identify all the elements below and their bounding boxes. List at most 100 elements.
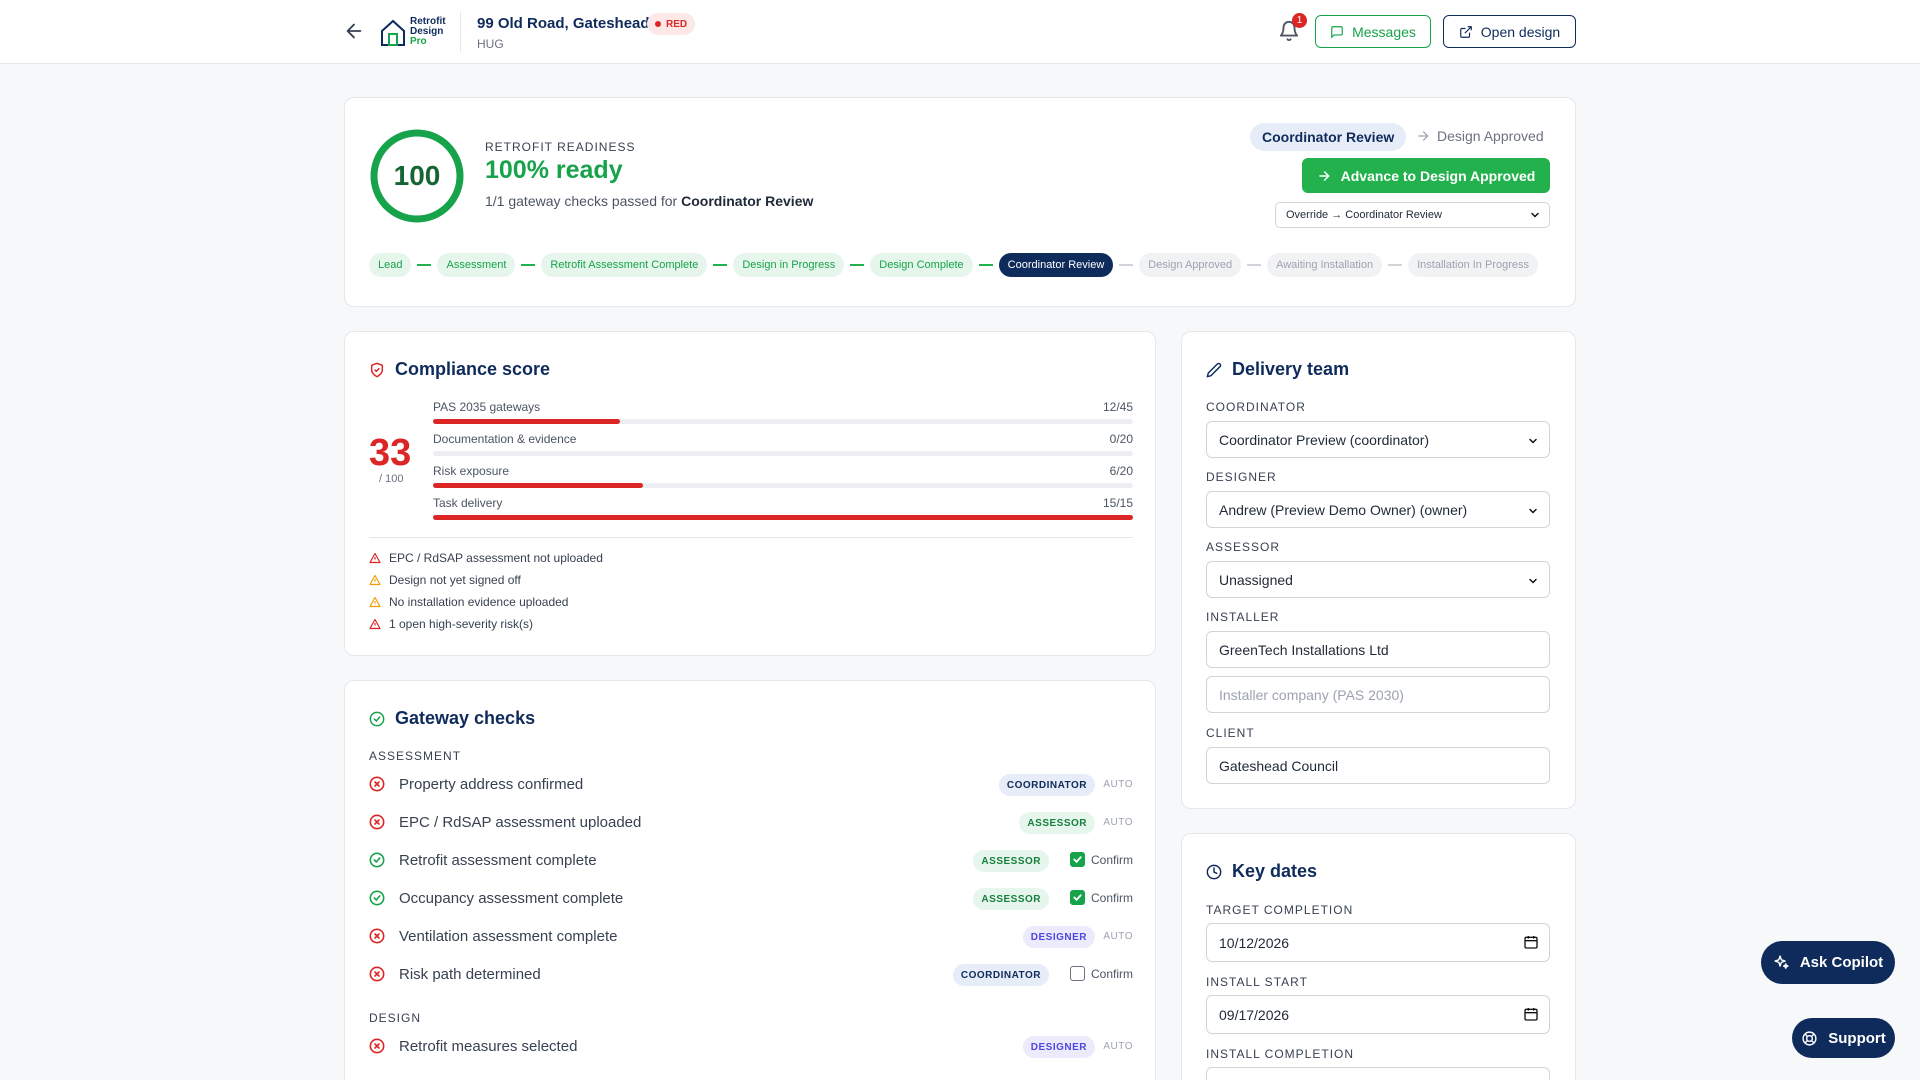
pipeline-stage[interactable]: Assessment	[437, 253, 516, 277]
compliance-metric: Documentation & evidence 0/20	[433, 432, 1133, 458]
issue-text: EPC / RdSAP assessment not uploaded	[389, 551, 603, 565]
pipeline-connector	[713, 264, 728, 266]
role-badge: COORDINATOR	[998, 774, 1095, 796]
calendar-icon[interactable]	[1523, 934, 1539, 950]
chevron-down-icon	[1531, 212, 1539, 218]
readiness-eyebrow: RETROFIT READINESS	[485, 140, 636, 154]
top-bar: Retrofit Design Pro 99 Old Road, Gateshe…	[0, 0, 1920, 64]
installer-company-input[interactable]: Installer company (PAS 2030)	[1206, 676, 1550, 713]
back-arrow-icon[interactable]	[343, 20, 365, 42]
chevron-down-icon	[1529, 508, 1537, 514]
support-button[interactable]: Support	[1792, 1018, 1895, 1058]
pipeline-stage[interactable]: Coordinator Review	[998, 253, 1114, 277]
readiness-score: 100	[393, 160, 441, 191]
gateway-check-label: Retrofit measures selected	[399, 1038, 578, 1055]
ask-copilot-button[interactable]: Ask Copilot	[1761, 941, 1895, 984]
messages-button[interactable]: Messages	[1315, 15, 1431, 48]
compliance-card-title: Compliance score	[369, 359, 550, 380]
logo-line-3: Pro	[410, 36, 427, 47]
clock-icon	[1206, 864, 1222, 879]
assessor-select-value: Unassigned	[1219, 571, 1293, 588]
pipeline-stage[interactable]: Installation In Progress	[1408, 253, 1538, 277]
client-input-value: Gateshead Council	[1219, 757, 1339, 774]
warning-triangle-icon	[369, 618, 381, 630]
metric-track	[433, 419, 1133, 424]
coordinator-select-value: Coordinator Preview (coordinator)	[1219, 431, 1430, 448]
pipeline-connector	[417, 264, 432, 266]
advance-stage-label: Advance to Design Approved	[1340, 167, 1536, 184]
house-logo-icon	[381, 19, 405, 46]
gateway-checks-card: Gateway checks ASSESSMENT Property addres…	[344, 680, 1156, 1080]
pipeline-stage[interactable]: Design Complete	[870, 253, 973, 277]
calendar-icon[interactable]	[1523, 1006, 1539, 1022]
metric-value: 12/45	[1102, 400, 1133, 414]
lifebuoy-icon	[1802, 1030, 1817, 1046]
metric-fill	[433, 483, 643, 488]
designer-label: DESIGNER	[1206, 470, 1277, 484]
gateway-check-label: Retrofit assessment complete	[399, 852, 597, 869]
confirm-label: Confirm	[1090, 890, 1133, 905]
checkmark-icon	[1073, 856, 1082, 864]
assessor-select[interactable]: Unassigned	[1206, 561, 1550, 598]
install-completion-date-input[interactable]	[1206, 1067, 1550, 1080]
x-circle-icon	[369, 928, 385, 944]
client-input[interactable]: Gateshead Council	[1206, 747, 1550, 784]
role-badge: ASSESSOR	[973, 888, 1049, 910]
compliance-issue: Design not yet signed off	[369, 572, 521, 588]
target-completion-value: 10/12/2026	[1219, 934, 1290, 951]
gateway-check-label: Ventilation assessment complete	[399, 928, 618, 945]
installer-input[interactable]: GreenTech Installations Ltd	[1206, 631, 1550, 668]
metric-value: 0/20	[1109, 432, 1133, 446]
pipeline-stage[interactable]: Design in Progress	[733, 253, 845, 277]
checkbox[interactable]	[1069, 966, 1085, 981]
x-circle-icon	[369, 966, 385, 982]
stage-override-value: Override → Coordinator Review	[1286, 209, 1442, 221]
status-dot-icon	[655, 21, 661, 27]
compliance-issue: EPC / RdSAP assessment not uploaded	[369, 550, 603, 566]
gateway-check-label: EPC / RdSAP assessment uploaded	[399, 814, 642, 831]
assessor-label: ASSESSOR	[1206, 540, 1281, 554]
designer-select[interactable]: Andrew (Preview Demo Owner) (owner)	[1206, 491, 1550, 528]
check-circle-icon	[369, 890, 385, 906]
confirm-checkbox[interactable]: Confirm	[1069, 890, 1133, 905]
confirm-checkbox[interactable]: Confirm	[1069, 966, 1133, 981]
auto-label: AUTO	[1103, 817, 1133, 828]
coordinator-select[interactable]: Coordinator Preview (coordinator)	[1206, 421, 1550, 458]
checkbox[interactable]	[1069, 852, 1085, 867]
metric-fill	[433, 419, 620, 424]
property-scheme: HUG	[477, 37, 504, 51]
logo[interactable]: Retrofit Design Pro	[380, 14, 450, 50]
readiness-summary-text: 1/1 gateway checks passed for	[485, 193, 678, 209]
open-design-button[interactable]: Open design	[1443, 15, 1576, 48]
sparkles-icon	[1774, 955, 1789, 969]
compliance-score-denominator: / 100	[379, 473, 404, 485]
advance-stage-button[interactable]: Advance to Design Approved	[1302, 158, 1550, 193]
gateway-check-row: Retrofit measures selected DESIGNER AUTO	[369, 1033, 1133, 1059]
checkbox[interactable]	[1069, 890, 1085, 905]
target-completion-date-input[interactable]: 10/12/2026	[1206, 923, 1550, 962]
pipeline-stage[interactable]: Design Approved	[1139, 253, 1242, 277]
check-circle-icon	[369, 852, 385, 868]
confirm-checkbox[interactable]: Confirm	[1069, 852, 1133, 867]
arrow-right-icon	[1418, 131, 1429, 141]
pipeline-stage[interactable]: Lead	[369, 253, 412, 277]
checkmark-icon	[1073, 894, 1082, 902]
gateway-check-row: Property address confirmed COORDINATOR AUT…	[369, 771, 1133, 797]
logo-text: Retrofit Design Pro	[410, 17, 446, 47]
gateway-section-label: ASSESSMENT	[369, 749, 462, 763]
metric-label: PAS 2035 gateways	[433, 400, 541, 414]
gateway-check-row: Risk path determined COORDINATOR Confirm	[369, 961, 1133, 987]
pipeline-connector	[850, 264, 865, 266]
pipeline-connector	[521, 264, 536, 266]
compliance-title-text: Compliance score	[395, 359, 551, 379]
pipeline-stage[interactable]: Awaiting Installation	[1267, 253, 1383, 277]
stage-override-select[interactable]: Override → Coordinator Review	[1275, 202, 1550, 228]
x-circle-icon	[369, 814, 385, 830]
confirm-label: Confirm	[1090, 852, 1133, 867]
pipeline-stage[interactable]: Retrofit Assessment Complete	[541, 253, 708, 277]
role-badge: DESIGNER	[1022, 926, 1095, 948]
property-title: 99 Old Road, Gateshead	[477, 15, 650, 32]
install-start-date-input[interactable]: 09/17/2026	[1206, 995, 1550, 1034]
compliance-score: 33	[369, 432, 412, 474]
metric-label: Documentation & evidence	[433, 432, 577, 446]
